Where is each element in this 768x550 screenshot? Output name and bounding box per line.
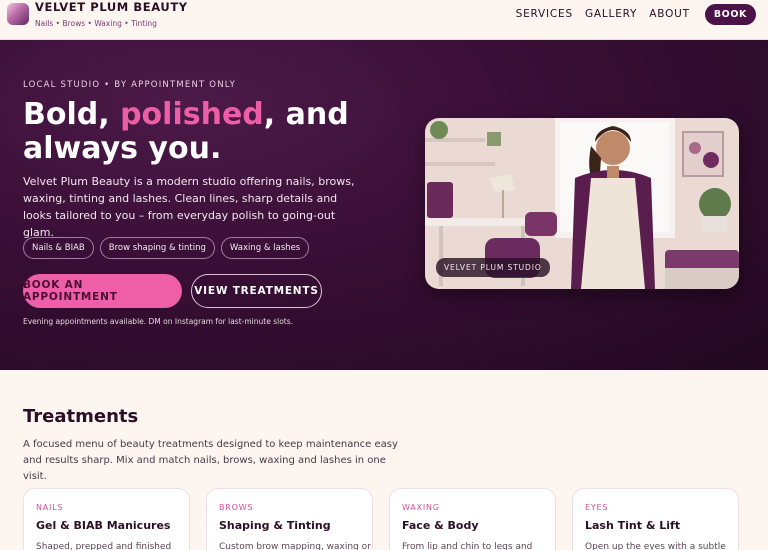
chip-waxing[interactable]: Waxing & lashes <box>220 237 310 259</box>
card-description: Open up the eyes with a subtle <box>585 542 726 550</box>
card-description: Shaped, prepped and finished <box>36 542 172 550</box>
chip-brows[interactable]: Brow shaping & tinting <box>99 237 215 259</box>
brand-tagline: Nails • Brows • Waxing • Tinting <box>35 19 157 28</box>
hero-note: Evening appointments available. DM on In… <box>23 317 294 326</box>
brand-name[interactable]: VELVET PLUM BEAUTY <box>35 0 188 14</box>
nav-services[interactable]: SERVICES <box>516 8 573 20</box>
treatments-intro: A focused menu of beauty treatments desi… <box>23 439 398 482</box>
photo-badge: VELVET PLUM STUDIO <box>436 258 550 277</box>
hero-eyebrow: LOCAL STUDIO • BY APPOINTMENT ONLY <box>23 80 236 90</box>
card-title: Shaping & Tinting <box>219 519 331 532</box>
treatment-card-eyes[interactable]: EYES Lash Tint & Lift Open up the eyes w… <box>572 488 739 550</box>
card-kicker: EYES <box>585 503 609 512</box>
studio-photo: VELVET PLUM STUDIO <box>425 118 739 289</box>
card-title: Lash Tint & Lift <box>585 519 681 532</box>
card-kicker: NAILS <box>36 503 64 512</box>
headline-pre: Bold, <box>23 97 121 132</box>
hero-section: LOCAL STUDIO • BY APPOINTMENT ONLY Bold,… <box>0 40 768 370</box>
hero-headline: Bold, polished, and always you. <box>23 98 383 166</box>
card-title: Gel & BIAB Manicures <box>36 519 171 532</box>
card-kicker: BROWS <box>219 503 254 512</box>
card-description: Custom brow mapping, waxing or <box>219 542 371 550</box>
card-title: Face & Body <box>402 519 479 532</box>
chip-nails[interactable]: Nails & BIAB <box>23 237 94 259</box>
view-treatments-button[interactable]: VIEW TREATMENTS <box>191 274 322 308</box>
logo-icon[interactable] <box>7 3 29 25</box>
service-chips: Nails & BIAB Brow shaping & tinting Waxi… <box>23 237 315 259</box>
book-appointment-button[interactable]: BOOK AN APPOINTMENT <box>23 274 182 308</box>
treatment-card-nails[interactable]: NAILS Gel & BIAB Manicures Shaped, prepp… <box>23 488 190 550</box>
treatment-cards: NAILS Gel & BIAB Manicures Shaped, prepp… <box>23 488 755 550</box>
treatment-card-brows[interactable]: BROWS Shaping & Tinting Custom brow mapp… <box>206 488 373 550</box>
headline-accent: polished <box>120 97 264 132</box>
card-kicker: WAXING <box>402 503 440 512</box>
site-header: VELVET PLUM BEAUTY Nails • Brows • Waxin… <box>0 0 768 40</box>
treatments-title: Treatments <box>23 406 139 427</box>
book-button[interactable]: BOOK <box>704 3 756 25</box>
nav-about[interactable]: ABOUT <box>649 8 690 20</box>
hero-lead: Velvet Plum Beauty is a modern studio of… <box>23 175 355 239</box>
treatment-card-waxing[interactable]: WAXING Face & Body From lip and chin to … <box>389 488 556 550</box>
card-description: From lip and chin to legs and <box>402 542 533 550</box>
nav-gallery[interactable]: GALLERY <box>585 8 637 20</box>
main-nav: SERVICES GALLERY ABOUT BOOK <box>516 3 756 25</box>
